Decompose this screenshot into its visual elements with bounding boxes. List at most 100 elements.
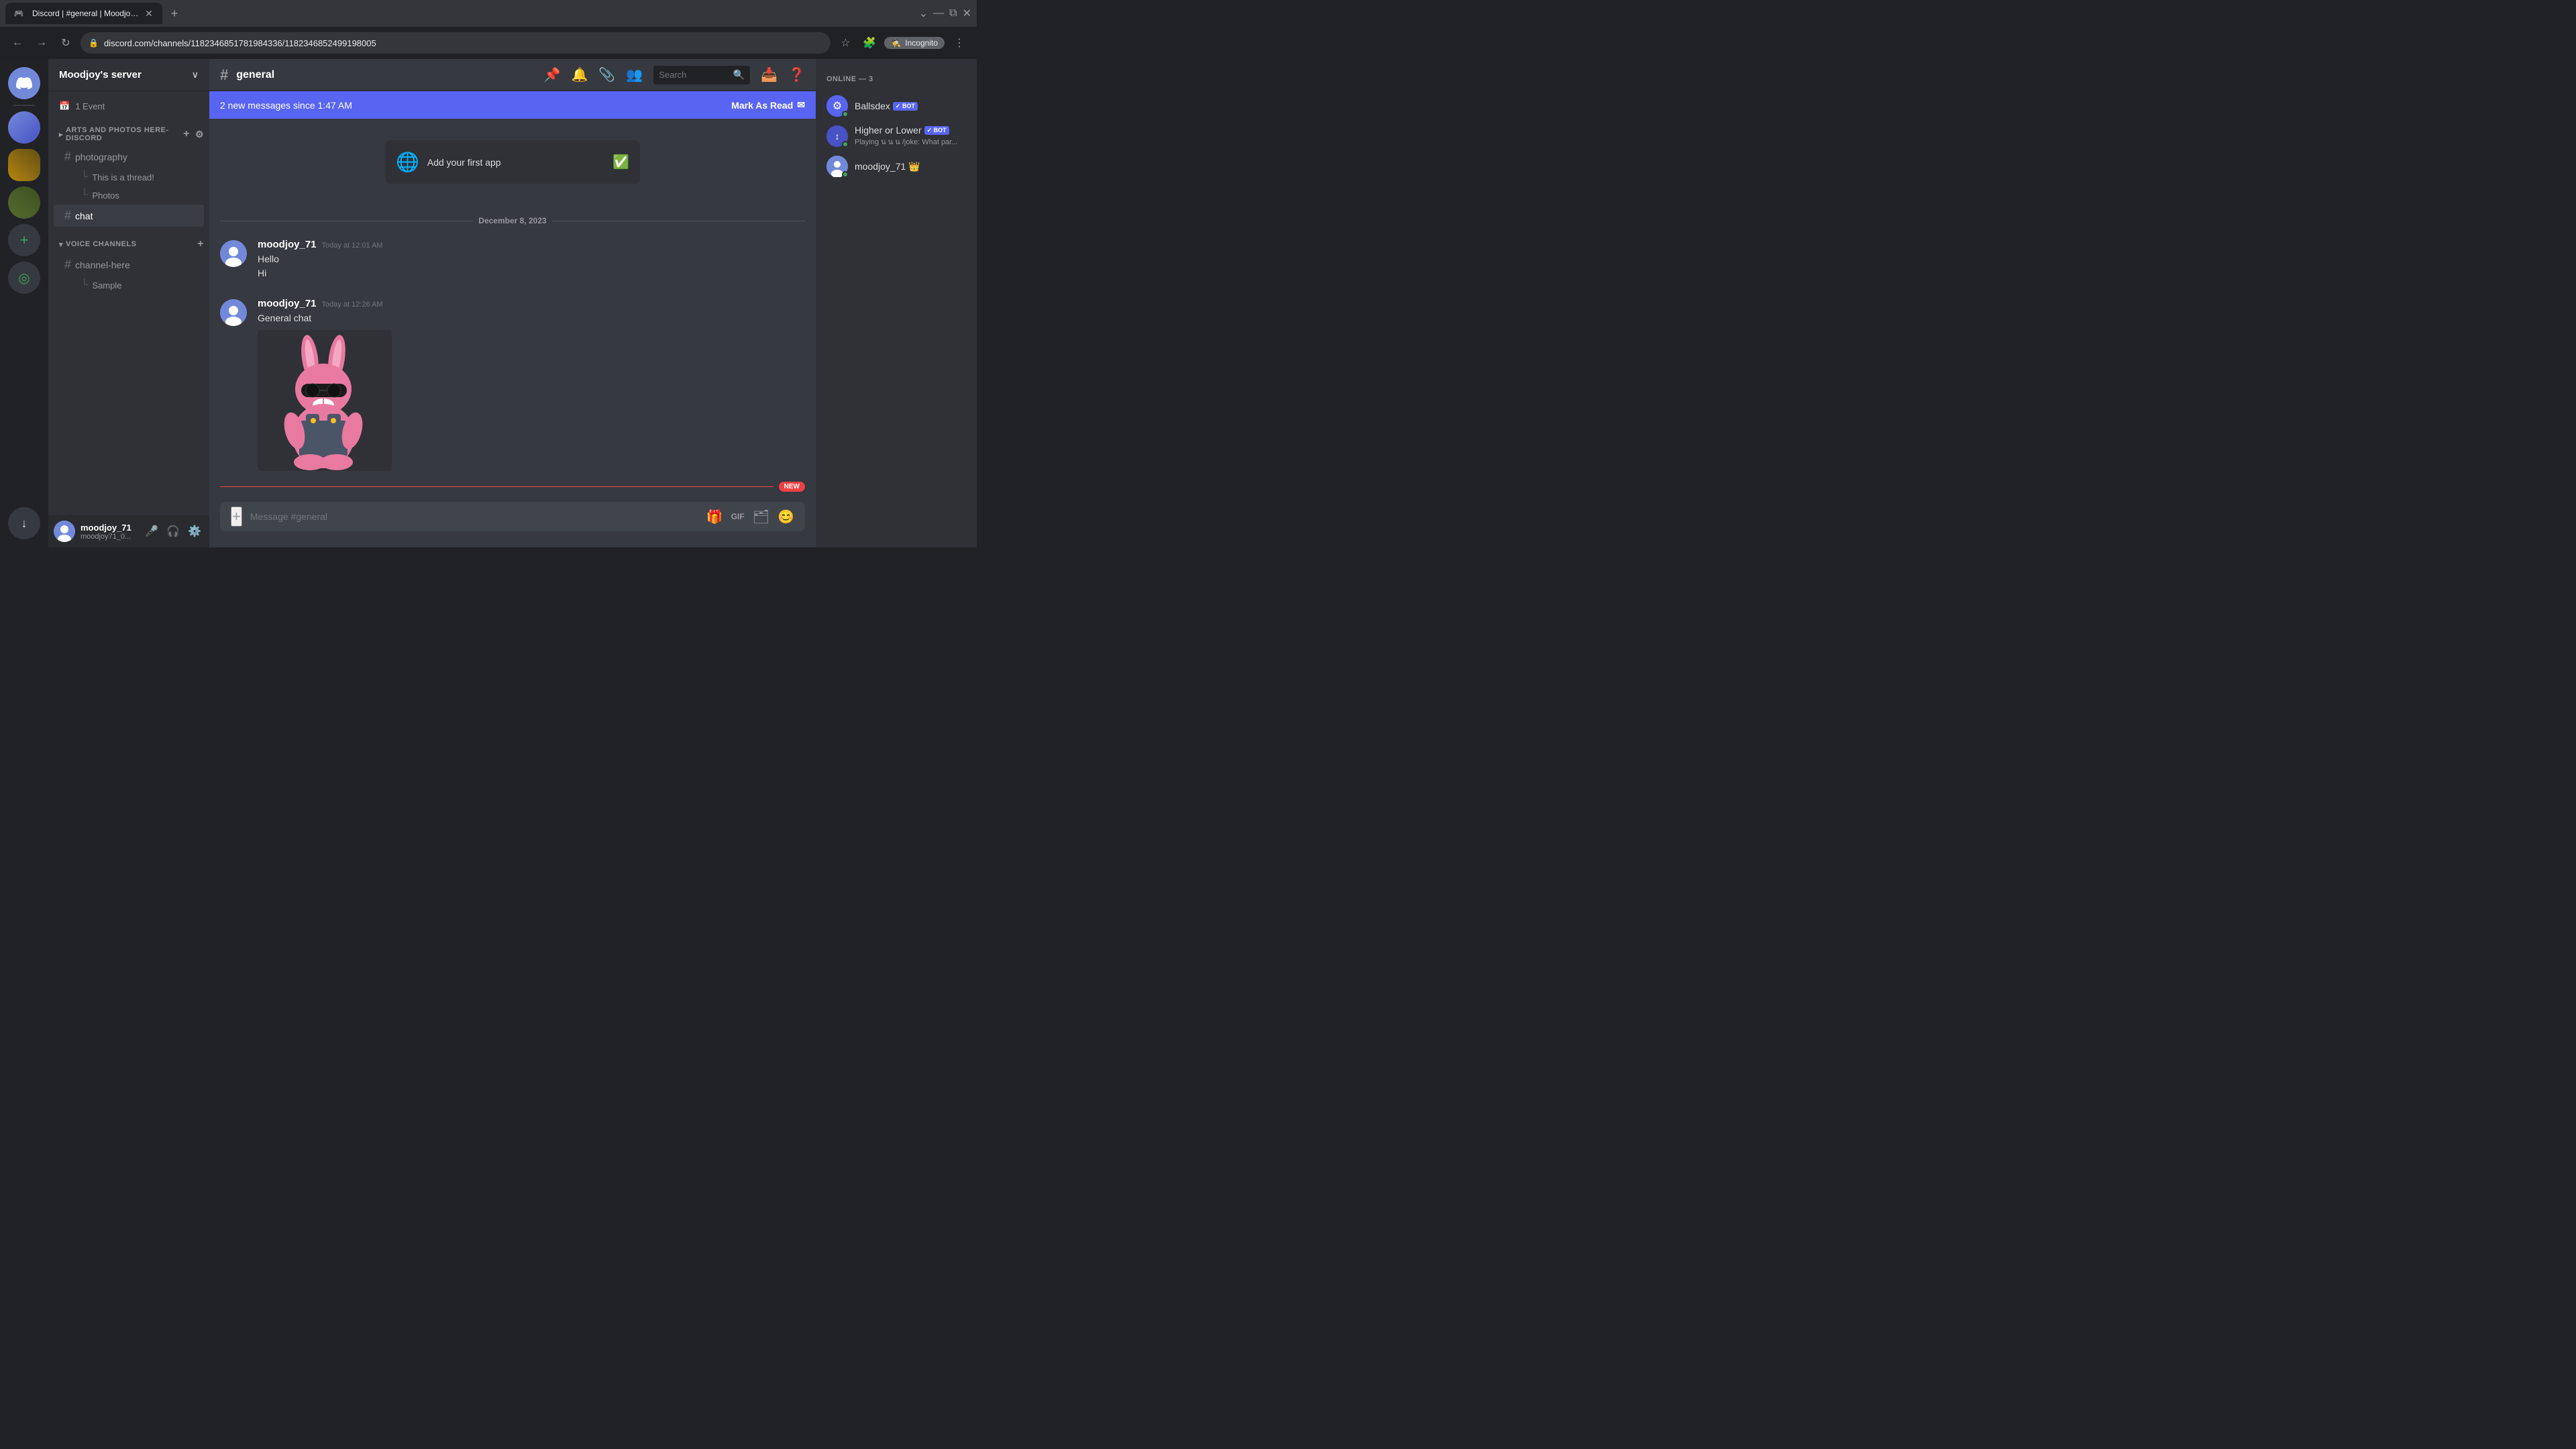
message-avatar-1 bbox=[220, 240, 247, 267]
crown-icon: 👑 bbox=[908, 161, 920, 172]
member-avatar-moodjoy bbox=[826, 156, 848, 177]
channel-channel-here[interactable]: # channel-here bbox=[54, 254, 204, 276]
hol-status-indicator bbox=[842, 141, 849, 148]
add-channel-button[interactable]: + bbox=[183, 128, 190, 140]
thread-sample[interactable]: └ Sample bbox=[54, 276, 204, 294]
message-header-1: moodjoy_71 Today at 12:01 AM bbox=[258, 239, 805, 250]
home-server-wrapper bbox=[8, 67, 40, 99]
message-general-chat: General chat bbox=[258, 312, 805, 325]
add-server-button[interactable]: + bbox=[8, 224, 40, 256]
notification-icon[interactable]: 🔔 bbox=[571, 66, 588, 83]
message-group-1: moodjoy_71 Today at 12:01 AM Hello Hi bbox=[209, 236, 816, 284]
category-voice-header[interactable]: ▾ VOICE CHANNELS + bbox=[48, 227, 209, 253]
server-icon-2[interactable] bbox=[8, 149, 40, 181]
message-author-1[interactable]: moodjoy_71 bbox=[258, 239, 317, 250]
sticker-icon[interactable]: 🗂 bbox=[753, 508, 769, 525]
members-list-icon[interactable]: 👥 bbox=[626, 66, 643, 83]
active-tab[interactable]: 🎮 Discord | #general | Moodjoy's... ✕ bbox=[5, 3, 162, 24]
settings-icon[interactable]: ⚙ bbox=[195, 129, 204, 140]
tab-close-button[interactable]: ✕ bbox=[144, 8, 154, 19]
emoji-icon[interactable]: 😊 bbox=[777, 508, 794, 525]
headset-button[interactable]: 🎧 bbox=[164, 522, 182, 541]
channel-photography-label: photography bbox=[75, 152, 199, 162]
incognito-badge: 🕵 Incognito bbox=[884, 37, 945, 49]
bookmark-star-icon[interactable]: ☆ bbox=[836, 34, 855, 52]
url-bar[interactable]: 🔒 discord.com/channels/11823468517819843… bbox=[80, 32, 830, 54]
event-item[interactable]: 📅 1 Event bbox=[48, 97, 209, 115]
message-avatar-2 bbox=[220, 299, 247, 326]
new-divider-line bbox=[220, 486, 773, 487]
incognito-icon: 🕵 bbox=[891, 38, 901, 48]
browser-chrome: 🎮 Discord | #general | Moodjoy's... ✕ + … bbox=[0, 0, 977, 59]
thread-label-2: Photos bbox=[92, 191, 119, 201]
help-icon[interactable]: ❓ bbox=[788, 66, 805, 83]
user-settings-button[interactable]: ⚙️ bbox=[185, 522, 204, 541]
search-icon: 🔍 bbox=[733, 69, 745, 80]
server-1-wrapper bbox=[8, 111, 40, 144]
channel-header: # general 📌 🔔 📎 👥 Search 🔍 📥 ❓ bbox=[209, 59, 816, 91]
moodjoy-info: moodjoy_71 👑 bbox=[855, 161, 966, 172]
messages-area: 2 new messages since 1:47 AM Mark As Rea… bbox=[209, 91, 816, 502]
back-button[interactable]: ← bbox=[8, 34, 27, 52]
member-avatar-ballsdex: ⚙ bbox=[826, 95, 848, 117]
ballsdex-name: Ballsdex bbox=[855, 101, 890, 111]
user-avatar bbox=[54, 521, 75, 542]
thread-photos[interactable]: └ Photos bbox=[54, 186, 204, 204]
restore-icon[interactable]: ⧉ bbox=[949, 7, 957, 19]
main-content: # general 📌 🔔 📎 👥 Search 🔍 📥 ❓ 2 new mes… bbox=[209, 59, 816, 547]
search-bar[interactable]: Search 🔍 bbox=[653, 66, 750, 85]
chrome-menu-icon[interactable]: ⋮ bbox=[950, 34, 969, 52]
mark-as-read-button[interactable]: Mark As Read ✉ bbox=[731, 99, 805, 111]
close-window-icon[interactable]: ✕ bbox=[963, 7, 971, 20]
channel-chat[interactable]: # chat bbox=[54, 205, 204, 227]
server-icon-3[interactable] bbox=[8, 186, 40, 219]
extension-icon[interactable]: 🧩 bbox=[860, 34, 879, 52]
member-ballsdex[interactable]: ⚙ Ballsdex ✓ BOT bbox=[821, 91, 971, 121]
hol-bot-badge: ✓ BOT bbox=[924, 126, 949, 135]
refresh-button[interactable]: ↻ bbox=[56, 34, 75, 52]
member-higher-or-lower[interactable]: ↕ Higher or Lower ✓ BOT Playing น น น /j… bbox=[821, 121, 971, 152]
add-voice-channel-button[interactable]: + bbox=[197, 238, 204, 250]
bunny-svg bbox=[258, 330, 392, 471]
new-tab-button[interactable]: + bbox=[165, 4, 184, 23]
footer-tag: moodjoy71_0... bbox=[80, 533, 137, 541]
server-header[interactable]: Moodjoy's server ∨ bbox=[48, 59, 209, 91]
thread-this-is-a-thread[interactable]: └ This is a thread! bbox=[54, 168, 204, 186]
hash-icon: # bbox=[64, 150, 71, 164]
hol-status-text: Playing น น น /joke: What par... bbox=[855, 136, 966, 148]
address-bar-right: ☆ 🧩 🕵 Incognito ⋮ bbox=[836, 34, 969, 52]
gif-icon[interactable]: GIF bbox=[731, 512, 745, 521]
message-header-2: moodjoy_71 Today at 12:26 AM bbox=[258, 298, 805, 309]
message-timestamp-1: Today at 12:01 AM bbox=[322, 241, 383, 250]
mute-microphone-button[interactable]: 🎤 bbox=[142, 522, 161, 541]
download-discord-button[interactable]: ↓ bbox=[8, 507, 40, 539]
date-separator: December 8, 2023 bbox=[209, 205, 816, 236]
server-3-wrapper bbox=[8, 186, 40, 219]
channel-photography[interactable]: # photography bbox=[54, 146, 204, 168]
forward-button[interactable]: → bbox=[32, 34, 51, 52]
message-author-2[interactable]: moodjoy_71 bbox=[258, 298, 317, 309]
calendar-icon: 📅 bbox=[59, 101, 70, 111]
svg-text:⚙: ⚙ bbox=[833, 101, 842, 112]
explore-servers-button[interactable]: ◎ bbox=[8, 262, 40, 294]
new-messages-divider: NEW bbox=[209, 479, 816, 494]
home-button[interactable] bbox=[8, 67, 40, 99]
footer-user-info: moodjoy_71 moodjoy71_0... bbox=[80, 523, 137, 541]
server-icon-1[interactable] bbox=[8, 111, 40, 144]
message-input[interactable] bbox=[250, 511, 698, 522]
category-arts-header[interactable]: ▸ Arts and Photos Here-Discord + ⚙ bbox=[48, 115, 209, 145]
message-timestamp-2: Today at 12:26 AM bbox=[322, 301, 383, 309]
threads-icon[interactable]: 📌 bbox=[544, 66, 561, 83]
date-text: December 8, 2023 bbox=[478, 216, 546, 225]
pinned-messages-icon[interactable]: 📎 bbox=[598, 66, 615, 83]
inbox-icon[interactable]: 📥 bbox=[761, 66, 777, 83]
minimize-icon[interactable]: — bbox=[933, 7, 944, 19]
tab-list-icon[interactable]: ⌄ bbox=[919, 7, 928, 20]
member-moodjoy[interactable]: moodjoy_71 👑 bbox=[821, 152, 971, 181]
incognito-label: Incognito bbox=[905, 38, 938, 48]
event-label: 1 Event bbox=[75, 101, 105, 111]
address-bar: ← → ↻ 🔒 discord.com/channels/11823468517… bbox=[0, 27, 977, 59]
gift-icon[interactable]: 🎁 bbox=[706, 508, 723, 525]
attach-button[interactable]: + bbox=[231, 506, 242, 527]
thread-sample-label: Sample bbox=[92, 280, 121, 290]
